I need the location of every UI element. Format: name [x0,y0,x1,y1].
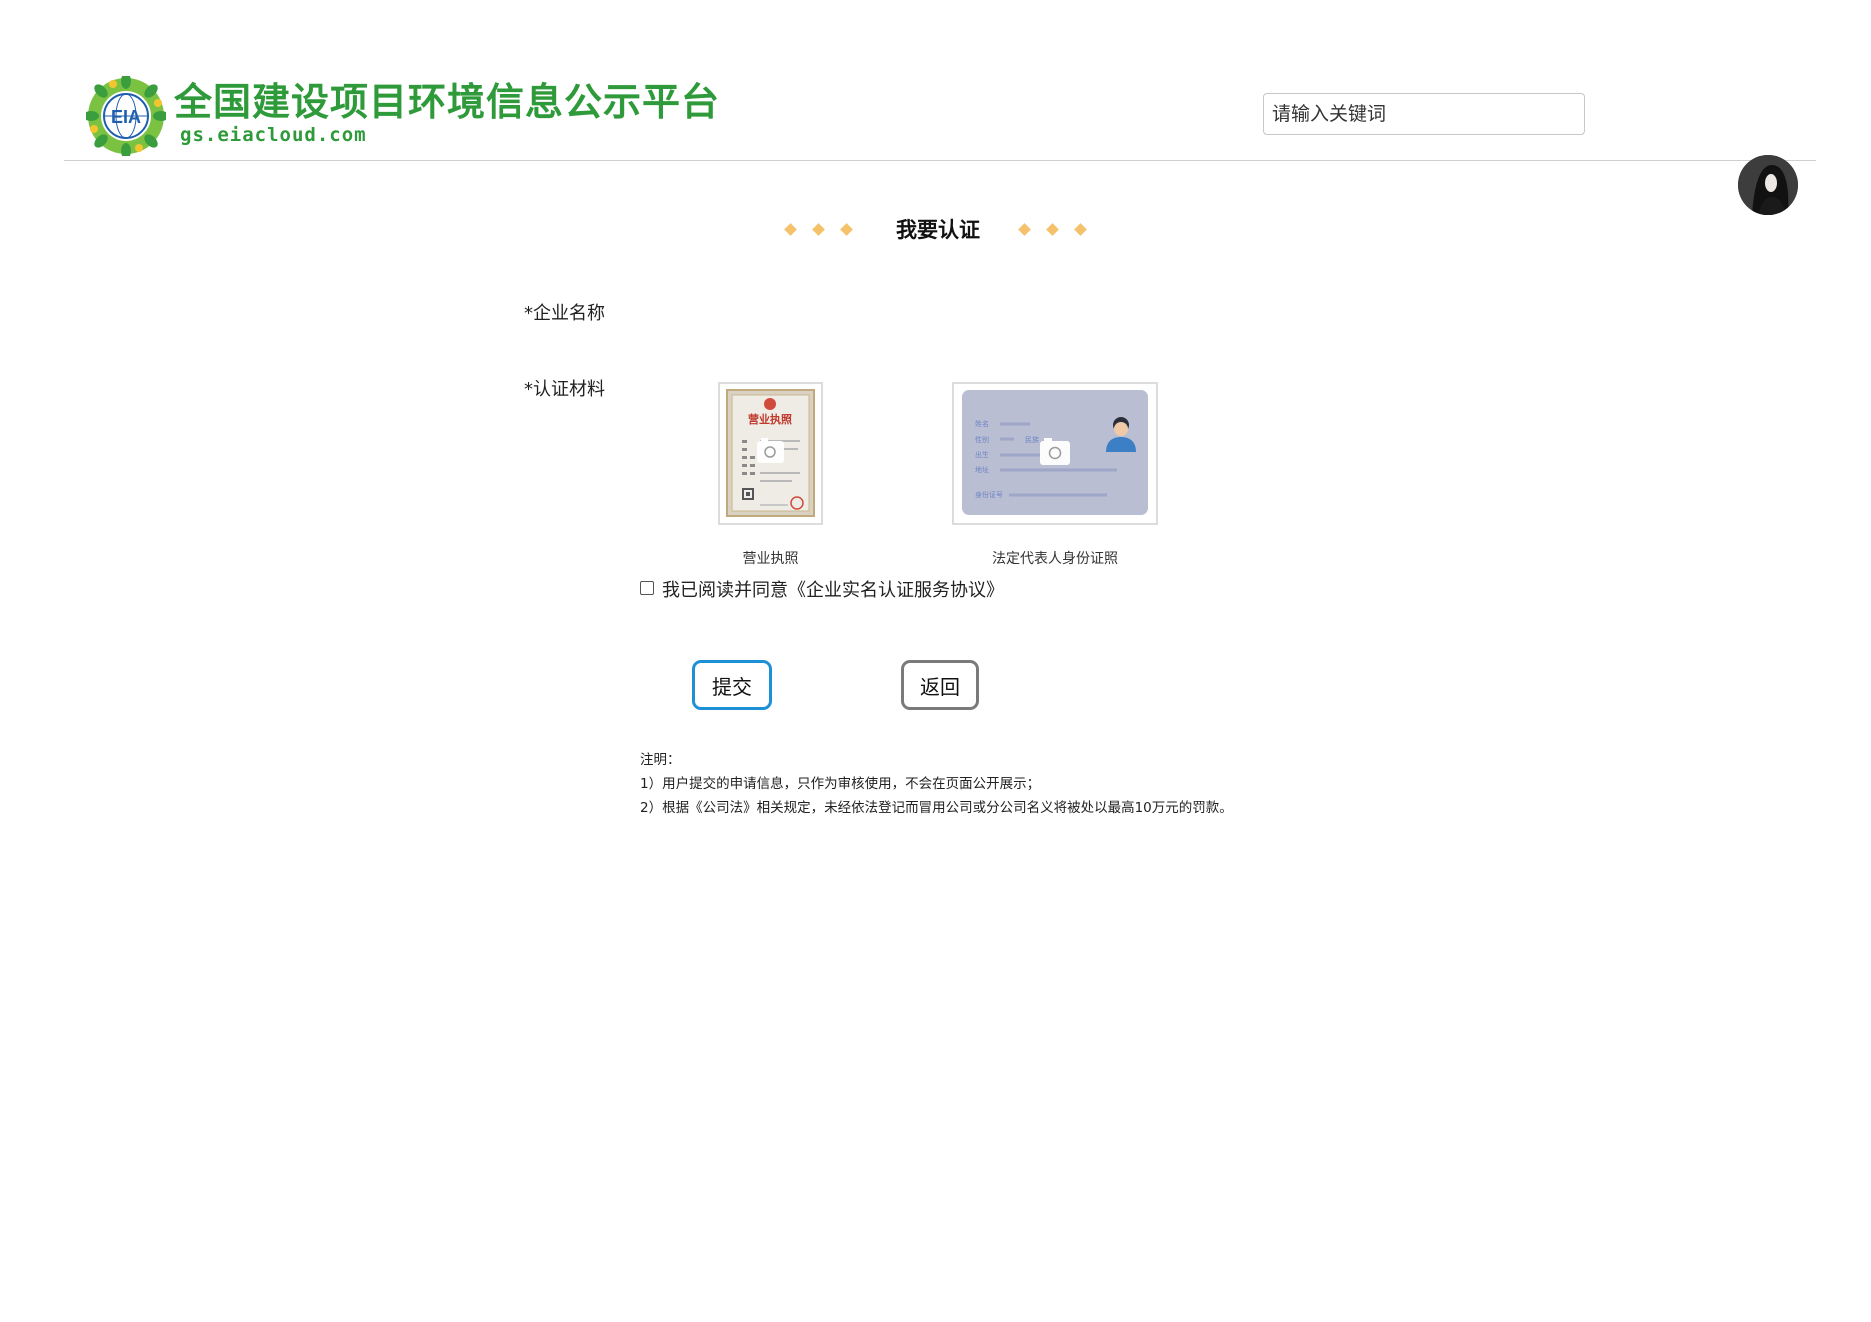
site-domain: gs.eiacloud.com [180,124,367,146]
decorative-diamonds-left [780,223,854,237]
license-card-heading: 营业执照 [748,412,792,426]
company-name-label: *企业名称 [524,303,605,324]
id-field-birth: 出生 [975,450,989,459]
business-license-icon: 营业执照 [726,389,815,517]
materials-label: *认证材料 [524,379,605,400]
agreement-text[interactable]: 我已阅读并同意《企业实名认证服务协议》 [662,576,1004,602]
upload-caption-license: 营业执照 [742,551,799,567]
decorative-diamonds-right [1018,223,1094,237]
back-button[interactable]: 返回 [901,660,979,710]
agreement-checkbox[interactable] [640,581,654,595]
avatar[interactable] [1738,155,1798,215]
search-input[interactable] [1263,93,1585,135]
notes: 注明： 1）用户提交的申请信息，只作为审核使用，不会在页面公开展示； 2）根据《… [640,748,1233,820]
eia-logo-icon: EIA [86,76,166,156]
upload-caption-id-card: 法定代表人身份证照 [992,551,1118,567]
site-logo[interactable]: EIA 全国建设项目环境信息公示平台 gs.eiacloud.com [86,76,719,156]
id-field-number: 身份证号 [975,490,1003,499]
site-title: 全国建设项目环境信息公示平台 [174,80,721,124]
id-field-name: 姓名 [975,419,989,428]
id-field-ethnicity: 民族 [1025,435,1039,444]
header-divider [64,160,1816,161]
notes-heading: 注明： [640,752,681,768]
notes-item: 2）根据《公司法》相关规定，未经依法登记而冒用公司或分公司名义将被处以最高10万… [640,800,1233,816]
logo-text: EIA [111,107,141,127]
page-title: 我要认证 [896,218,980,242]
id-card-upload[interactable]: 姓名 性别 民族 出生 地址 身份证号 [952,382,1158,525]
id-card-icon: 姓名 性别 民族 出生 地址 身份证号 [962,390,1148,515]
section-heading: 我要认证 [780,210,1100,250]
submit-button[interactable]: 提交 [692,660,772,710]
business-license-upload[interactable]: 营业执照 [718,382,823,525]
id-field-sex: 性别 [975,435,989,444]
notes-item: 1）用户提交的申请信息，只作为审核使用，不会在页面公开展示； [640,776,1041,792]
page: EIA 全国建设项目环境信息公示平台 gs.eiacloud.com 我要认证 … [0,0,1871,1322]
id-field-address: 地址 [975,465,989,474]
user-avatar-icon [1738,155,1798,215]
